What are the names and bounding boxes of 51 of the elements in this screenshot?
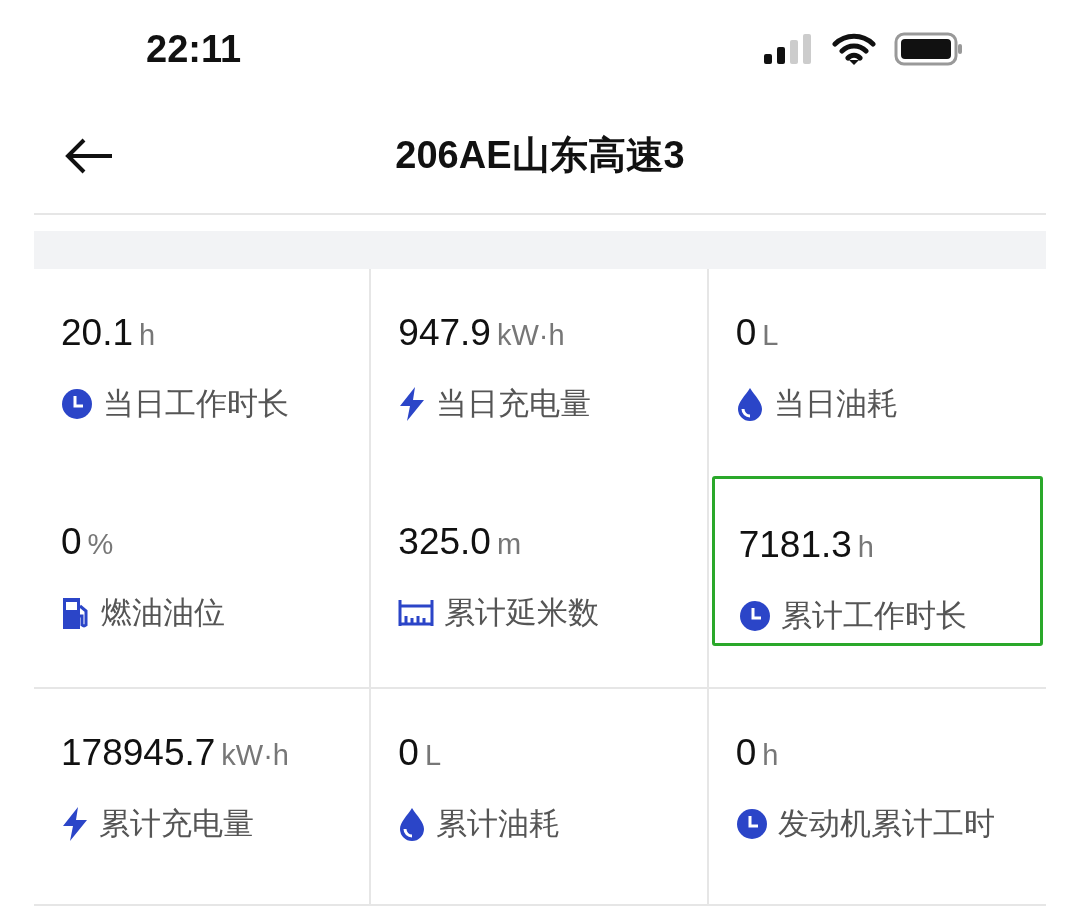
lightning-icon (398, 387, 427, 422)
metric-label: 累计工作时长 (780, 597, 967, 635)
metric-value: 947.9 (398, 311, 491, 355)
page-title: 206AE山东高速3 (395, 133, 685, 178)
clock-icon (61, 388, 93, 421)
metric-card[interactable]: 947.9 kW·h 当日充电量 (374, 305, 704, 456)
metric-value: 0 (61, 520, 82, 564)
metric-unit: % (87, 527, 114, 562)
metric-unit: kW·h (496, 318, 565, 353)
wifi-icon (832, 32, 876, 66)
metric-card[interactable]: 20.1 h 当日工作时长 (37, 305, 367, 456)
metric-unit: kW·h (221, 738, 289, 773)
metric-card[interactable]: 0 h 发动机累计工时 (711, 725, 1043, 901)
signal-icon (764, 34, 814, 64)
metric-unit: L (762, 318, 779, 353)
back-arrow-icon[interactable] (64, 137, 114, 174)
metric-unit: h (762, 738, 779, 773)
metric-value: 0 (735, 731, 757, 775)
metric-unit: h (857, 530, 874, 565)
ruler-icon (398, 598, 435, 629)
metric-card[interactable]: 7181.3 h 累计工作时长 (711, 476, 1043, 646)
drop-icon (398, 807, 427, 842)
metric-label: 当日充电量 (436, 385, 592, 423)
metric-value: 0 (735, 311, 757, 355)
fuel-pump-icon (61, 596, 91, 631)
drop-icon (735, 387, 764, 422)
clock-icon (738, 600, 771, 633)
metric-label: 累计延米数 (444, 594, 600, 632)
metric-label: 累计充电量 (99, 805, 254, 843)
metric-card[interactable]: 0 L 累计油耗 (374, 725, 704, 901)
metric-value: 20.1 (61, 311, 133, 355)
metric-card[interactable]: 325.0 m 累计延米数 (374, 514, 704, 684)
lightning-icon (61, 807, 89, 842)
metric-unit: m (496, 527, 522, 562)
metric-value: 0 (398, 731, 419, 775)
metric-label: 当日油耗 (773, 385, 898, 423)
metric-label: 当日工作时长 (103, 385, 289, 423)
metric-card[interactable]: 0 L 当日油耗 (711, 305, 1043, 456)
metric-unit: L (424, 738, 442, 773)
metric-value: 325.0 (398, 520, 491, 564)
battery-icon (894, 32, 964, 66)
metric-card[interactable]: 0 % 燃油油位 (37, 514, 367, 684)
metric-card[interactable]: 178945.7 kW·h 累计充电量 (37, 725, 367, 901)
metric-unit: h (139, 318, 156, 353)
metric-value: 7181.3 (738, 523, 852, 567)
metric-label: 发动机累计工时 (777, 805, 995, 843)
status-time: 22:11 (146, 26, 242, 72)
metric-label: 累计油耗 (436, 805, 561, 843)
metric-label: 燃油油位 (101, 594, 225, 632)
clock-icon (735, 808, 768, 841)
metric-value: 178945.7 (61, 731, 216, 775)
